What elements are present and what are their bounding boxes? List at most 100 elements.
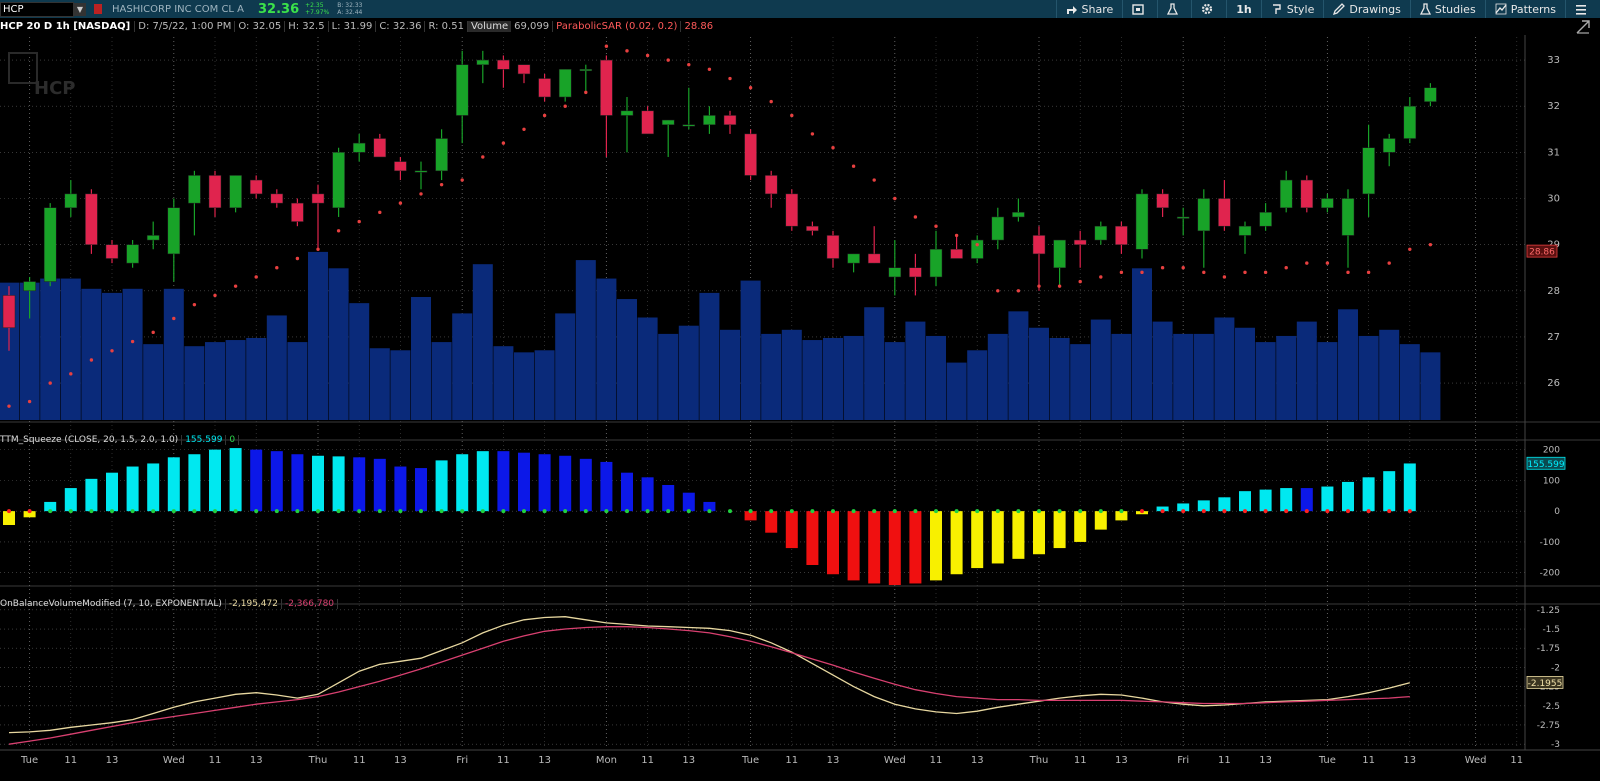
volume-label[interactable]: Volume xyxy=(467,21,512,32)
candle-body xyxy=(1073,239,1087,245)
x-tick-label: 13 xyxy=(394,755,407,766)
squeeze-dot xyxy=(233,509,238,514)
candle-body xyxy=(1053,239,1066,268)
volume-bar xyxy=(102,292,122,420)
squeeze-dot xyxy=(748,509,753,514)
share-button[interactable]: Share xyxy=(1055,0,1123,18)
candle-body xyxy=(764,175,778,195)
squeeze-bar xyxy=(126,466,139,512)
volume-bar xyxy=(1193,333,1214,420)
sar-dot xyxy=(1016,289,1021,293)
volume-bar xyxy=(1029,327,1049,420)
drawings-button[interactable]: Drawings xyxy=(1323,0,1409,18)
chart-toolbar: Share 1h Style Drawings Studies Patterns xyxy=(1055,0,1600,18)
sar-dot xyxy=(130,339,135,344)
candle-body xyxy=(991,216,1005,241)
squeeze-dot xyxy=(666,509,671,514)
candle-body xyxy=(1321,198,1334,208)
chevron-down-icon[interactable]: ▼ xyxy=(74,2,86,16)
candle-body xyxy=(105,244,119,259)
squeeze-dot xyxy=(7,509,11,514)
squeeze-study-label[interactable]: TTM_Squeeze (CLOSE, 20, 1.5, 2.0, 1.0) 1… xyxy=(0,433,240,446)
flask-icon xyxy=(1419,3,1431,15)
squeeze-bar xyxy=(270,451,283,512)
x-tick-label: 13 xyxy=(1259,755,1272,766)
candle-body xyxy=(1362,147,1375,195)
patterns-button[interactable]: Patterns xyxy=(1484,0,1565,18)
squeeze-bar xyxy=(621,472,633,512)
candle-body xyxy=(888,267,902,278)
x-tick-label: 13 xyxy=(1403,755,1416,766)
squeeze-dot xyxy=(1366,509,1371,514)
squeeze-dot xyxy=(851,509,856,514)
squeeze-bar xyxy=(250,449,263,512)
sar-dot xyxy=(1140,270,1144,275)
candle-body xyxy=(806,225,819,232)
sar-study-label[interactable]: ParabolicSAR (0.02, 0.2) xyxy=(553,21,682,32)
candle-body xyxy=(579,69,593,72)
flask-button[interactable] xyxy=(1157,0,1191,18)
squeeze-bar xyxy=(703,501,716,512)
price-chart-area[interactable]: 26 27 28 29 30 31 32 33 200 100 0 -100 -200 -1.25 -1.5… xyxy=(0,0,1600,781)
x-tick-label: Fri xyxy=(1177,755,1189,766)
gear-icon xyxy=(1202,3,1213,15)
volume-bar xyxy=(431,342,452,420)
volume-bar xyxy=(1276,335,1297,420)
bar-open: O: 32.05 xyxy=(235,21,286,32)
grid-button[interactable] xyxy=(1122,0,1157,18)
chart-symbol-description[interactable]: HCP 20 D 1h [NASDAQ] xyxy=(0,21,136,32)
volume-bar xyxy=(678,325,699,420)
candle-body xyxy=(1115,225,1128,245)
candle-body xyxy=(476,59,490,65)
sar-dot xyxy=(872,178,876,182)
volume-bar xyxy=(534,350,555,420)
x-tick-label: 11 xyxy=(641,755,654,766)
y-tick-label: -1.25 xyxy=(1537,606,1560,616)
symbol-selector[interactable]: ▼ xyxy=(0,1,86,17)
settings-button[interactable] xyxy=(1191,0,1226,18)
symbol-input[interactable] xyxy=(0,1,74,17)
squeeze-dot xyxy=(810,509,815,514)
squeeze-dot xyxy=(501,509,506,514)
volume-bar xyxy=(411,297,431,420)
volume-bar xyxy=(184,346,205,420)
candle-body xyxy=(1259,212,1272,227)
candle-body xyxy=(43,207,57,282)
x-tick-label: 11 xyxy=(1218,755,1231,766)
squeeze-dot xyxy=(357,509,362,514)
bid-price: B: 32.33 xyxy=(337,2,363,9)
squeeze-bar xyxy=(85,478,98,512)
squeeze-dot-value: 0 xyxy=(226,434,240,445)
squeeze-dot xyxy=(995,509,1000,514)
y-tick-label: 29 xyxy=(1547,240,1560,251)
squeeze-dot xyxy=(872,509,877,514)
sar-dot xyxy=(1284,266,1288,270)
expand-chart-icon[interactable] xyxy=(1576,20,1590,34)
patterns-icon xyxy=(1495,3,1507,15)
obv-value: -2,195,472 xyxy=(226,598,282,609)
volume-bar xyxy=(658,333,679,420)
watermark-symbol: HCP xyxy=(34,78,76,99)
squeeze-dot xyxy=(1304,509,1309,514)
volume-bar xyxy=(266,315,287,420)
flag-icon[interactable] xyxy=(94,4,102,14)
squeeze-dot xyxy=(398,509,403,514)
studies-button[interactable]: Studies xyxy=(1409,0,1485,18)
obv-study-name: OnBalanceVolumeModified (7, 10, EXPONENT… xyxy=(0,598,226,609)
style-button[interactable]: Style xyxy=(1260,0,1324,18)
timeframe-button[interactable]: 1h xyxy=(1226,0,1261,18)
volume-bar xyxy=(637,317,658,420)
menu-button[interactable] xyxy=(1565,0,1600,18)
sar-dot xyxy=(254,275,258,279)
volume-bar xyxy=(967,350,988,420)
squeeze-bar xyxy=(1115,511,1128,521)
candle-body xyxy=(291,202,304,222)
obv-study-label[interactable]: OnBalanceVolumeModified (7, 10, EXPONENT… xyxy=(0,597,339,610)
x-tick-label: Tue xyxy=(1318,755,1336,766)
squeeze-dot xyxy=(316,509,320,514)
sar-dot xyxy=(1119,270,1124,275)
x-tick-label: 11 xyxy=(64,755,77,766)
squeeze-dot xyxy=(789,509,794,514)
candle-body xyxy=(126,244,139,264)
x-tick-label: Thu xyxy=(1029,755,1049,766)
